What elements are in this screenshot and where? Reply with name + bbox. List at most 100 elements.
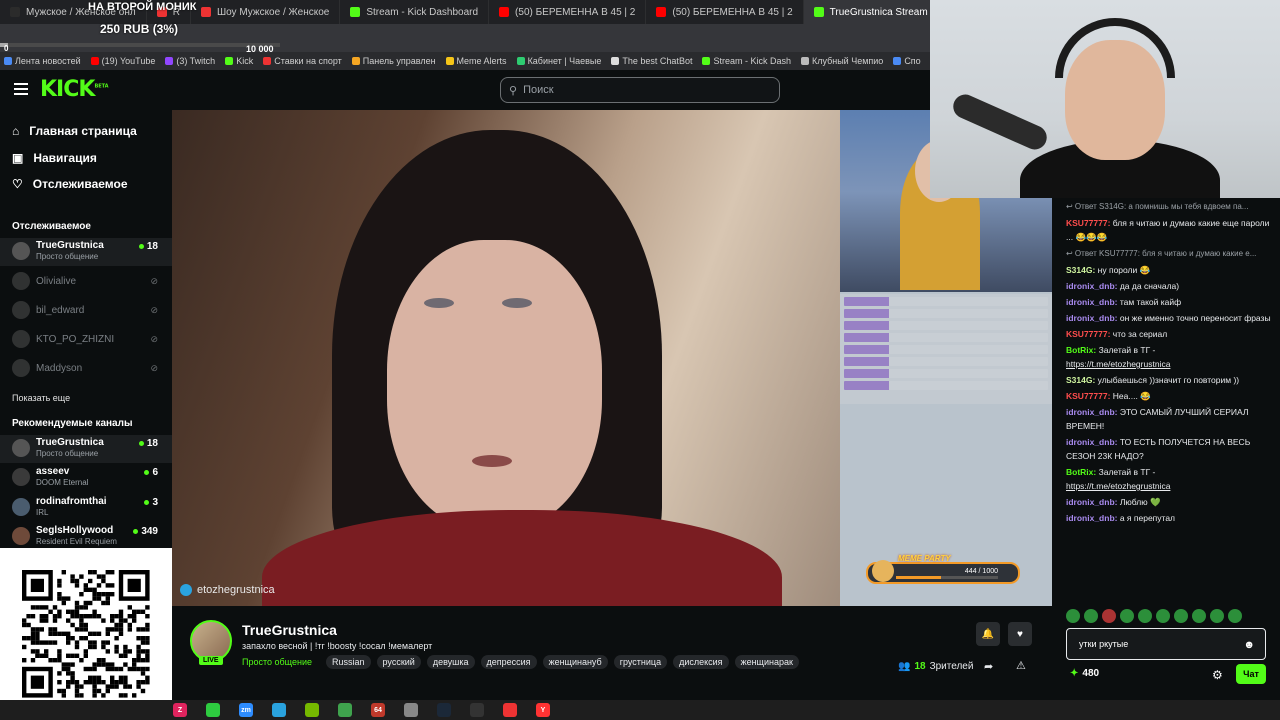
nav-home[interactable]: ⌂ Главная страница bbox=[12, 124, 137, 138]
chat-username[interactable]: idronix_dnb: bbox=[1066, 313, 1120, 323]
chat-username[interactable]: idronix_dnb: bbox=[1066, 497, 1120, 507]
emote-icon[interactable] bbox=[1084, 609, 1098, 623]
browser-tab[interactable]: (50) БЕРЕМЕННА В 45 | 2 bbox=[646, 0, 804, 24]
meme-party-progress bbox=[896, 576, 998, 579]
chat-username[interactable]: KSU77777: bbox=[1066, 391, 1113, 401]
emoji-picker-icon[interactable]: ☻ bbox=[1243, 639, 1255, 651]
recommended-channel[interactable]: SeglsHollywood Resident Evil Requiem 349 bbox=[0, 523, 172, 551]
emote-bar bbox=[1066, 606, 1266, 626]
chat-send-button[interactable]: Чат bbox=[1236, 664, 1266, 684]
recommended-channel[interactable]: TrueGrustnica Просто общение 18 bbox=[0, 435, 172, 463]
bookmark-item[interactable]: Клубный Чемпио bbox=[800, 56, 883, 66]
follow-heart-button[interactable]: ♥ bbox=[1008, 622, 1032, 646]
nav-browse[interactable]: ▣ Навигация bbox=[12, 151, 97, 165]
taskbar-app-icon[interactable] bbox=[305, 703, 319, 717]
channel-name[interactable]: TrueGrustnica bbox=[242, 622, 337, 638]
chat-username[interactable]: KSU77777: bbox=[1066, 329, 1113, 339]
emote-icon[interactable] bbox=[1138, 609, 1152, 623]
stream-tag[interactable]: женщинарак bbox=[734, 655, 799, 669]
bookmark-item[interactable]: Kick bbox=[225, 56, 253, 66]
stream-tag[interactable]: депрессия bbox=[480, 655, 537, 669]
taskbar-app-icon[interactable]: zm bbox=[239, 703, 253, 717]
report-warning-icon[interactable]: ⚠ bbox=[1016, 659, 1026, 672]
chat-username[interactable]: BotRix: bbox=[1066, 345, 1099, 355]
taskbar-app-icon[interactable]: Z bbox=[173, 703, 187, 717]
show-more-link[interactable]: Показать еще bbox=[12, 393, 70, 403]
following-channel[interactable]: Olivialive ⊘ bbox=[0, 268, 172, 296]
emote-icon[interactable] bbox=[1192, 609, 1206, 623]
recommended-channel[interactable]: rodinafromthai IRL 3 bbox=[0, 494, 172, 522]
stream-tag[interactable]: русский bbox=[376, 655, 421, 669]
hamburger-menu-icon[interactable] bbox=[14, 82, 28, 96]
stream-tag[interactable]: дислексия bbox=[673, 655, 729, 669]
chat-username[interactable]: KSU77777: bbox=[1066, 218, 1113, 228]
taskbar-app-icon[interactable] bbox=[404, 703, 418, 717]
search-input[interactable]: ⚲ Поиск bbox=[500, 77, 780, 103]
emote-icon[interactable] bbox=[1156, 609, 1170, 623]
bookmark-item[interactable]: Спо bbox=[893, 56, 921, 66]
taskbar-app-icon[interactable]: Y bbox=[536, 703, 550, 717]
bookmark-item[interactable]: Панель управлен bbox=[351, 56, 436, 66]
bookmark-item[interactable]: Ставки на спорт bbox=[263, 56, 342, 66]
taskbar-app-icon[interactable] bbox=[272, 703, 286, 717]
browser-tab[interactable]: TrueGrustnica Stream✕ bbox=[803, 0, 930, 24]
taskbar-app-icon[interactable]: 64 bbox=[371, 703, 385, 717]
chat-username[interactable]: idronix_dnb: bbox=[1066, 513, 1120, 523]
following-channel[interactable]: Maddyson ⊘ bbox=[0, 355, 172, 383]
meme-party-widget: MEME PARTY 444 / 1000 bbox=[866, 554, 1020, 584]
stream-tag[interactable]: девушка bbox=[426, 655, 475, 669]
chat-username[interactable]: idronix_dnb: bbox=[1066, 281, 1120, 291]
emote-icon[interactable] bbox=[1102, 609, 1116, 623]
kick-logo[interactable]: KICKBETA bbox=[40, 77, 109, 102]
chat-message: KSU77777: бля я читаю и думаю какие еще … bbox=[1058, 215, 1280, 245]
stream-category[interactable]: Просто общение bbox=[242, 657, 312, 667]
telegram-icon bbox=[180, 584, 192, 596]
emote-icon[interactable] bbox=[1066, 609, 1080, 623]
chat-link[interactable]: https://t.me/etozhegrustnica bbox=[1066, 359, 1170, 369]
taskbar-app-icon[interactable] bbox=[503, 703, 517, 717]
emote-icon[interactable] bbox=[1210, 609, 1224, 623]
bookmark-item[interactable]: The best ChatBot bbox=[611, 56, 692, 66]
donation-goal-amount: 250 RUB (3%) bbox=[100, 22, 179, 36]
chat-username[interactable]: idronix_dnb: bbox=[1066, 407, 1120, 417]
bookmark-item[interactable]: (3) Twitch bbox=[165, 56, 215, 66]
channel-points[interactable]: ✦ 480 bbox=[1070, 668, 1099, 679]
following-channel[interactable]: bil_edward ⊘ bbox=[0, 297, 172, 325]
taskbar-app-icon[interactable] bbox=[206, 703, 220, 717]
stream-tag[interactable]: женщинануб bbox=[542, 655, 608, 669]
taskbar-app-icon[interactable] bbox=[470, 703, 484, 717]
recommended-channel[interactable]: asseev DOOM Eternal 6 bbox=[0, 464, 172, 492]
chat-username[interactable]: S314G: bbox=[1066, 265, 1098, 275]
bookmark-item[interactable]: Лента новостей bbox=[4, 56, 81, 66]
chat-username[interactable]: BotRix: bbox=[1066, 467, 1099, 477]
chat-username[interactable]: idronix_dnb: bbox=[1066, 437, 1120, 447]
emote-icon[interactable] bbox=[1228, 609, 1242, 623]
following-channel[interactable]: KTO_PO_ZHIZNI ⊘ bbox=[0, 326, 172, 354]
offline-icon: ⊘ bbox=[150, 363, 158, 373]
bookmark-item[interactable]: (19) YouTube bbox=[90, 56, 155, 66]
following-channel[interactable]: TrueGrustnica Просто общение 18 bbox=[0, 238, 172, 266]
browser-tab[interactable]: (50) БЕРЕМЕННА В 45 | 2 bbox=[489, 0, 647, 24]
share-icon[interactable]: ➦ bbox=[984, 660, 993, 673]
stream-tag[interactable]: Russian bbox=[326, 655, 371, 669]
browser-tab[interactable]: Stream - Kick Dashboard bbox=[340, 0, 490, 24]
nav-following[interactable]: ♡ Отслеживаемое bbox=[12, 177, 128, 191]
chat-message-input[interactable]: утки ркутые ☻ bbox=[1066, 628, 1266, 660]
taskbar-app-icon[interactable] bbox=[437, 703, 451, 717]
chat-reply-context[interactable]: ↩ Ответ S314G: а помнишь мы тебя вдвоем … bbox=[1066, 202, 1248, 211]
video-player[interactable]: etozhegrustnica bbox=[172, 110, 840, 606]
chat-reply-context[interactable]: ↩ Ответ KSU77777: бля я читаю и думаю ка… bbox=[1066, 249, 1256, 258]
chat-link[interactable]: https://t.me/etozhegrustnica bbox=[1066, 481, 1170, 491]
emote-icon[interactable] bbox=[1120, 609, 1134, 623]
chat-username[interactable]: S314G: bbox=[1066, 375, 1098, 385]
emote-icon[interactable] bbox=[1174, 609, 1188, 623]
notification-bell-icon[interactable]: 🔔 bbox=[976, 622, 1000, 646]
bookmark-item[interactable]: Stream - Kick Dash bbox=[702, 56, 791, 66]
taskbar-app-icon[interactable] bbox=[338, 703, 352, 717]
chat-settings-gear-icon[interactable]: ⚙ bbox=[1212, 668, 1223, 682]
chat-message: BotRix: Залетай в ТГ - https://t.me/etozh… bbox=[1058, 342, 1280, 372]
stream-tag[interactable]: грустница bbox=[613, 655, 668, 669]
bookmark-item[interactable]: Кабинет | Чаевые bbox=[516, 56, 601, 66]
chat-username[interactable]: idronix_dnb: bbox=[1066, 297, 1120, 307]
bookmark-item[interactable]: Meme Alerts bbox=[445, 56, 507, 66]
